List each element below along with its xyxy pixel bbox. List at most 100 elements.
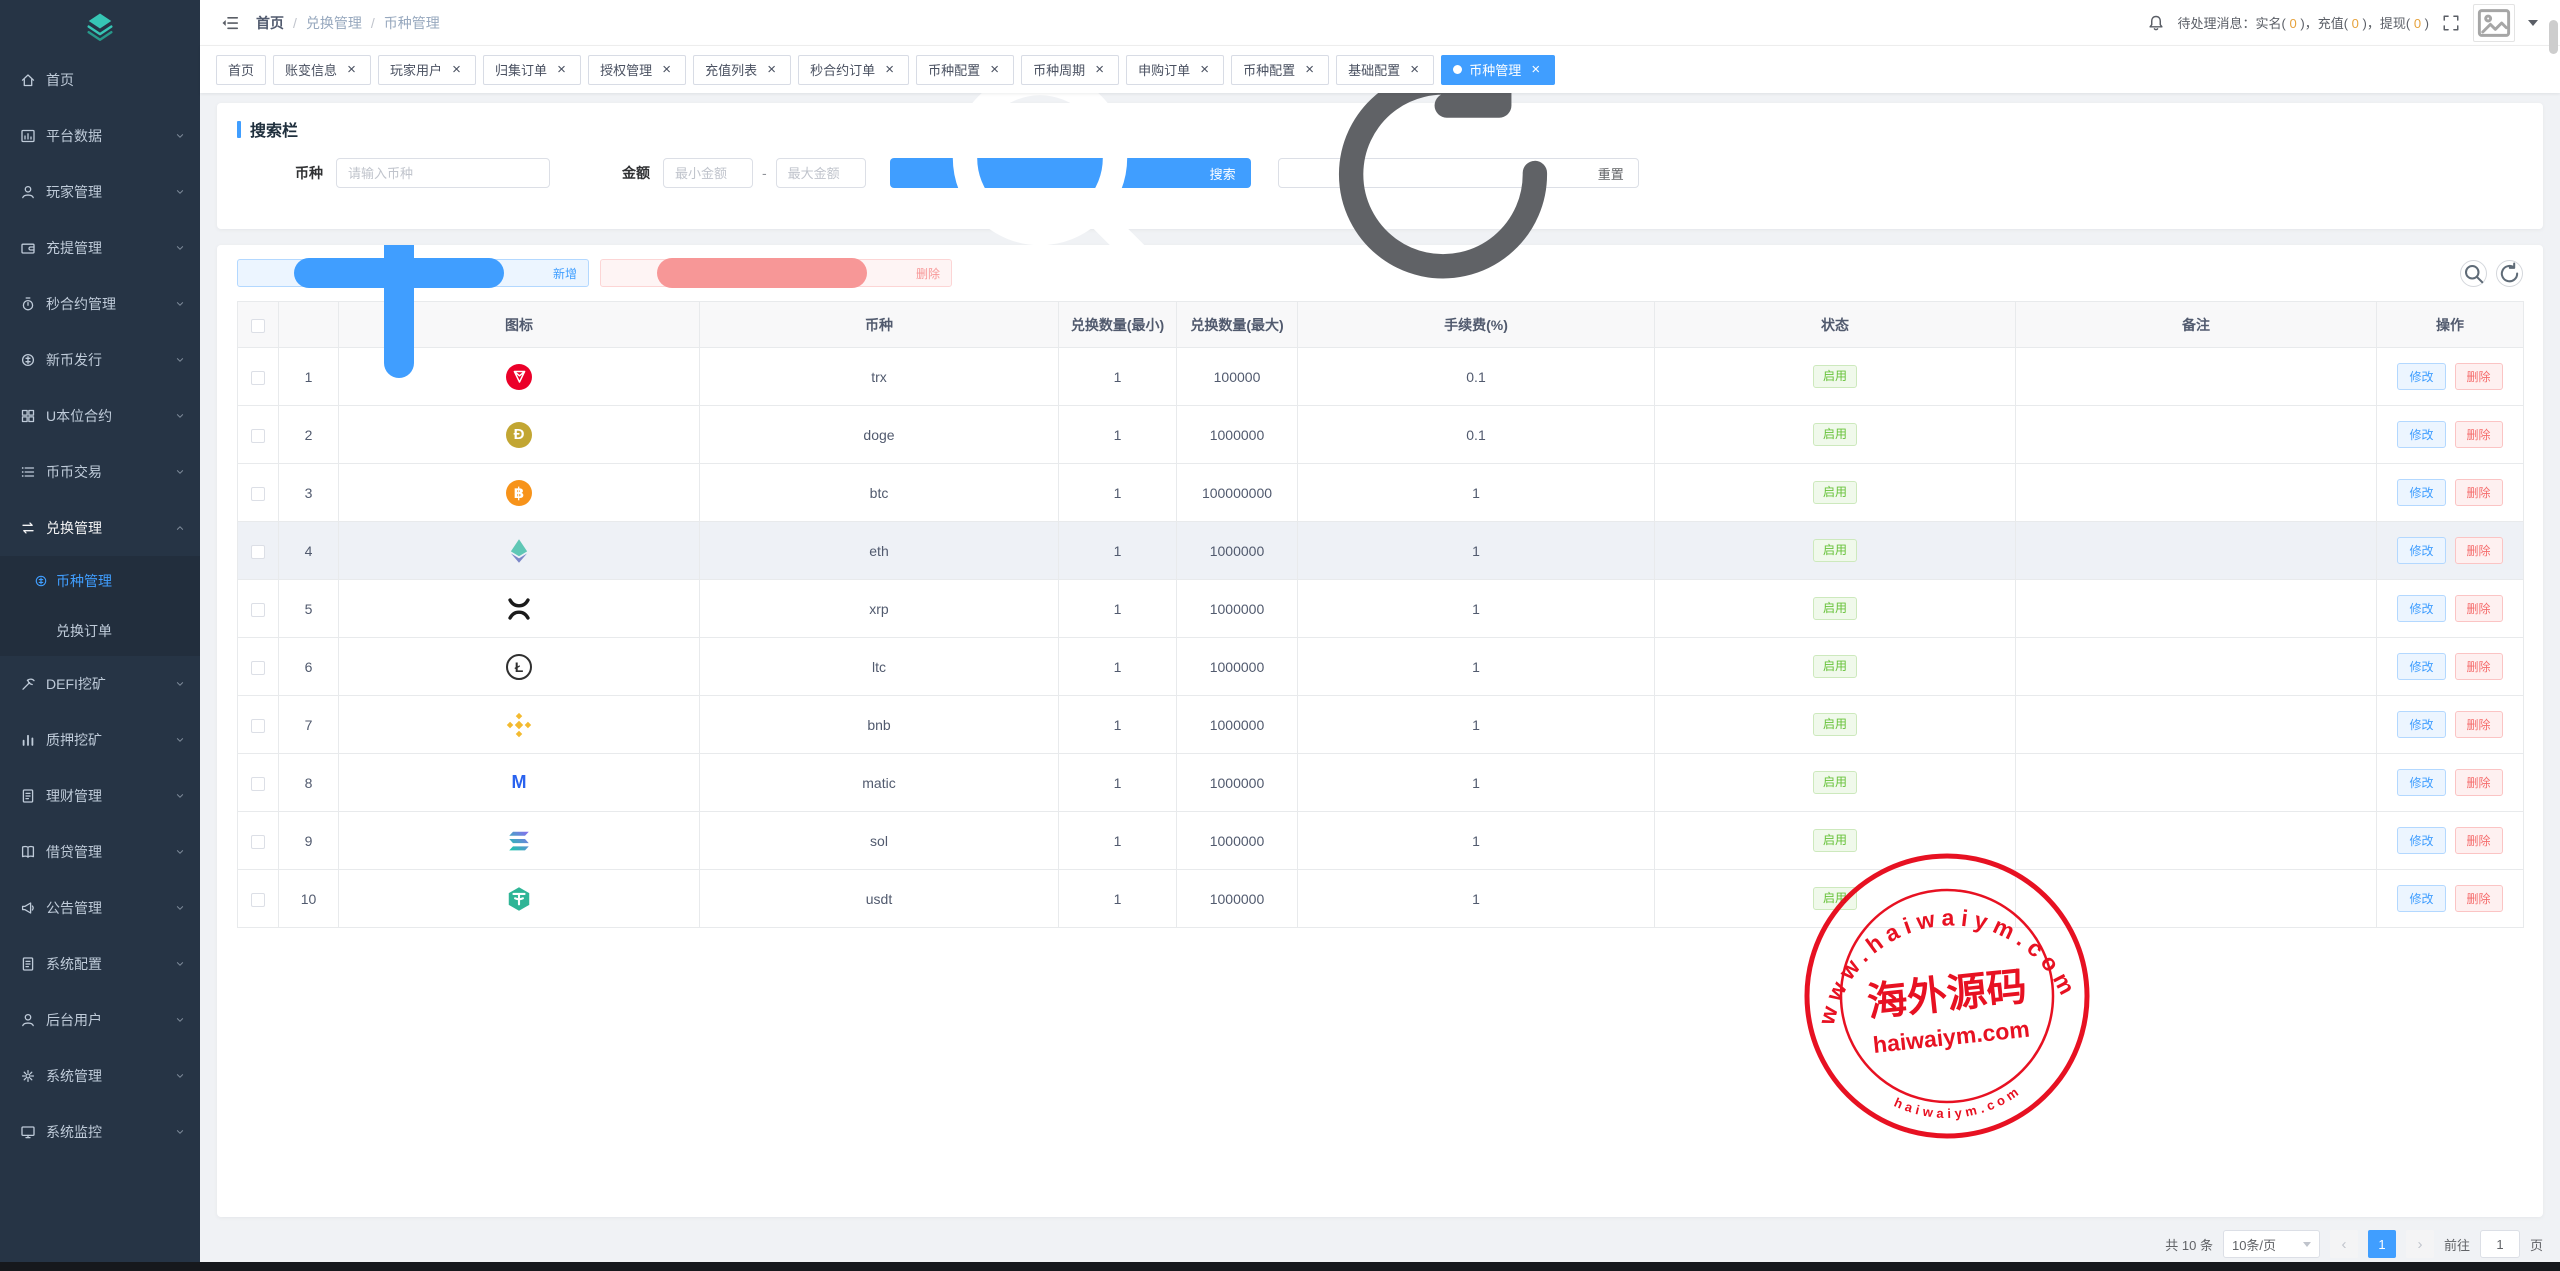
sidebar-item-loan-management[interactable]: 借贷管理 — [0, 824, 200, 880]
avatar[interactable] — [2473, 4, 2515, 42]
edit-button[interactable]: 修改 — [2397, 421, 2445, 448]
sidebar-item-u-standard-contract[interactable]: U本位合约 — [0, 388, 200, 444]
search-button[interactable]: 搜索 — [890, 158, 1251, 188]
close-icon[interactable]: × — [449, 62, 464, 77]
batch-delete-button[interactable]: 删除 — [600, 259, 952, 287]
close-icon[interactable]: × — [554, 62, 569, 77]
delete-button[interactable]: 删除 — [2455, 769, 2503, 796]
close-icon[interactable]: × — [764, 62, 779, 77]
row-checkbox[interactable] — [251, 893, 265, 907]
coin-input[interactable] — [336, 158, 550, 188]
page-size-select[interactable]: 10条/页 — [2223, 1230, 2320, 1258]
sidebar-item-announcement-management[interactable]: 公告管理 — [0, 880, 200, 936]
tab-auth-management[interactable]: 授权管理× — [588, 55, 686, 85]
edit-button[interactable]: 修改 — [2397, 363, 2445, 390]
delete-button[interactable]: 删除 — [2455, 827, 2503, 854]
sidebar-item-coin-trading[interactable]: 币币交易 — [0, 444, 200, 500]
close-icon[interactable]: × — [659, 62, 674, 77]
sidebar-item-second-contract[interactable]: 秒合约管理 — [0, 276, 200, 332]
delete-button[interactable]: 删除 — [2455, 479, 2503, 506]
amount-max-input[interactable] — [776, 158, 866, 188]
tab-player-users[interactable]: 玩家用户× — [378, 55, 476, 85]
close-icon[interactable]: × — [987, 62, 1002, 77]
close-icon[interactable]: × — [1302, 62, 1317, 77]
row-checkbox[interactable] — [251, 371, 265, 385]
scrollbar-thumb[interactable] — [2549, 20, 2558, 54]
sidebar-item-exchange-management[interactable]: 兑换管理 — [0, 500, 200, 556]
sidebar-subitem-exchange-orders[interactable]: 兑换订单 — [0, 606, 200, 656]
row-checkbox[interactable] — [251, 661, 265, 675]
breadcrumb-item-0[interactable]: 首页 — [256, 13, 284, 33]
hamburger-icon[interactable] — [220, 13, 240, 33]
sidebar-item-defi-mining[interactable]: DEFI挖矿 — [0, 656, 200, 712]
delete-button[interactable]: 删除 — [2455, 885, 2503, 912]
edit-button[interactable]: 修改 — [2397, 827, 2445, 854]
edit-button[interactable]: 修改 — [2397, 769, 2445, 796]
next-page-button[interactable]: › — [2406, 1230, 2434, 1258]
sidebar-item-staking-mining[interactable]: 质押挖矿 — [0, 712, 200, 768]
edit-button[interactable]: 修改 — [2397, 711, 2445, 738]
row-checkbox[interactable] — [251, 777, 265, 791]
close-icon[interactable]: × — [1528, 62, 1543, 77]
prev-page-button[interactable]: ‹ — [2330, 1230, 2358, 1258]
exchange-min: 1 — [1059, 870, 1177, 928]
add-button[interactable]: 新增 — [237, 259, 589, 287]
sidebar-item-system-monitor[interactable]: 系统监控 — [0, 1104, 200, 1160]
row-checkbox[interactable] — [251, 719, 265, 733]
goto-page-input[interactable] — [2480, 1230, 2520, 1258]
sidebar-item-backend-users[interactable]: 后台用户 — [0, 992, 200, 1048]
status-badge: 启用 — [1813, 829, 1857, 852]
tab-coin-config[interactable]: 币种配置× — [916, 55, 1014, 85]
sidebar-item-system-management[interactable]: 系统管理 — [0, 1048, 200, 1104]
chevron-down-icon — [174, 734, 186, 746]
tab-basic-config[interactable]: 基础配置× — [1336, 55, 1434, 85]
edit-button[interactable]: 修改 — [2397, 595, 2445, 622]
reset-button[interactable]: 重置 — [1278, 158, 1639, 188]
caret-down-icon[interactable] — [2528, 20, 2538, 26]
tab-recharge-list[interactable]: 充值列表× — [693, 55, 791, 85]
tab-home[interactable]: 首页 — [216, 55, 266, 85]
sidebar-item-new-coin-issue[interactable]: 新币发行 — [0, 332, 200, 388]
delete-button[interactable]: 删除 — [2455, 421, 2503, 448]
sidebar-item-deposit-withdraw[interactable]: 充提管理 — [0, 220, 200, 276]
tab-second-contract-orders[interactable]: 秒合约订单× — [798, 55, 909, 85]
close-icon[interactable]: × — [882, 62, 897, 77]
close-icon[interactable]: × — [1407, 62, 1422, 77]
page-number-button[interactable]: 1 — [2368, 1230, 2396, 1258]
fullscreen-icon[interactable] — [2442, 14, 2460, 32]
row-checkbox[interactable] — [251, 429, 265, 443]
tab-coin-cycle[interactable]: 币种周期× — [1021, 55, 1119, 85]
amount-min-input[interactable] — [663, 158, 753, 188]
refresh-button[interactable] — [2496, 260, 2523, 287]
sidebar-item-wealth-management[interactable]: 理财管理 — [0, 768, 200, 824]
row-checkbox[interactable] — [251, 545, 265, 559]
search-toggle-button[interactable] — [2460, 260, 2487, 287]
sidebar-item-platform-data[interactable]: 平台数据 — [0, 108, 200, 164]
edit-button[interactable]: 修改 — [2397, 537, 2445, 564]
delete-button[interactable]: 删除 — [2455, 595, 2503, 622]
row-checkbox[interactable] — [251, 487, 265, 501]
sidebar-item-home[interactable]: 首页 — [0, 52, 200, 108]
bell-icon[interactable] — [2147, 14, 2165, 32]
tab-coin-management[interactable]: 币种管理× — [1441, 55, 1555, 85]
tab-coin-config-2[interactable]: 币种配置× — [1231, 55, 1329, 85]
select-all-checkbox[interactable] — [251, 319, 265, 333]
delete-button[interactable]: 删除 — [2455, 711, 2503, 738]
tab-account-change[interactable]: 账变信息× — [273, 55, 371, 85]
row-checkbox[interactable] — [251, 603, 265, 617]
delete-button[interactable]: 删除 — [2455, 537, 2503, 564]
delete-button[interactable]: 删除 — [2455, 653, 2503, 680]
close-icon[interactable]: × — [344, 62, 359, 77]
sidebar-item-system-config[interactable]: 系统配置 — [0, 936, 200, 992]
delete-button[interactable]: 删除 — [2455, 363, 2503, 390]
close-icon[interactable]: × — [1092, 62, 1107, 77]
tab-collection-orders[interactable]: 归集订单× — [483, 55, 581, 85]
edit-button[interactable]: 修改 — [2397, 885, 2445, 912]
sidebar-subitem-coin-management[interactable]: 币种管理 — [0, 556, 200, 606]
close-icon[interactable]: × — [1197, 62, 1212, 77]
row-checkbox[interactable] — [251, 835, 265, 849]
edit-button[interactable]: 修改 — [2397, 653, 2445, 680]
sidebar-item-player-management[interactable]: 玩家管理 — [0, 164, 200, 220]
tab-subscription-orders[interactable]: 申购订单× — [1126, 55, 1224, 85]
edit-button[interactable]: 修改 — [2397, 479, 2445, 506]
